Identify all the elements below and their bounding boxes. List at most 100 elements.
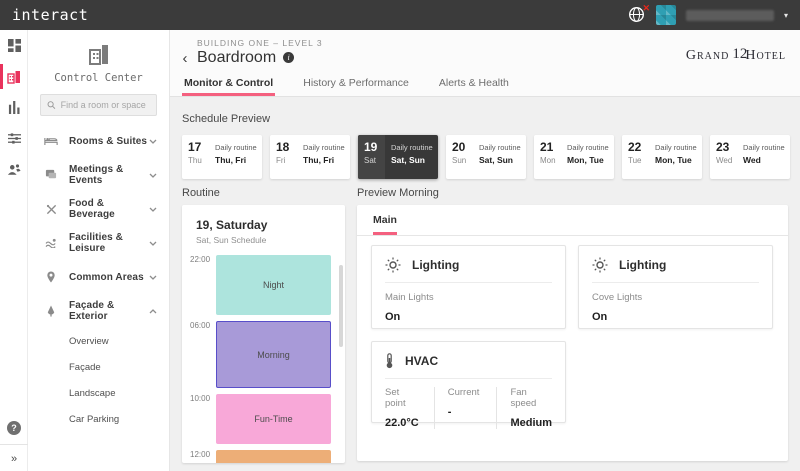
day-card-18[interactable]: 18 Fri Daily routine Thu, Fri bbox=[270, 135, 350, 179]
tree-icon bbox=[42, 305, 60, 317]
day-date: 18 bbox=[276, 141, 297, 154]
sidebar-item-label: Rooms & Suites bbox=[69, 136, 149, 147]
chevron-down-icon bbox=[149, 139, 157, 144]
sidebar-subitem-facade[interactable]: Façade bbox=[28, 354, 169, 380]
day-routine-label: Daily routine bbox=[743, 143, 788, 152]
language-globe-button[interactable]: ✕ bbox=[628, 6, 646, 24]
user-menu-caret[interactable]: ▾ bbox=[784, 11, 788, 20]
sidebar-item-label: Meetings & Events bbox=[69, 164, 149, 186]
expand-sidebar-button[interactable]: » bbox=[0, 447, 28, 471]
chevron-down-icon bbox=[149, 173, 157, 178]
preview-tab-row: Main bbox=[357, 205, 788, 236]
avatar[interactable] bbox=[656, 5, 676, 25]
tab-main[interactable]: Main bbox=[373, 205, 397, 235]
day-card-22[interactable]: 22Tue Daily routineMon, Tue bbox=[622, 135, 702, 179]
routine-block-label: Morning bbox=[257, 350, 290, 360]
routine-date: 19, Saturday bbox=[196, 218, 345, 232]
top-bar: interact ✕ ▾ bbox=[0, 0, 800, 30]
sliders-icon bbox=[8, 132, 21, 145]
users-icon bbox=[7, 163, 21, 176]
leisure-icon bbox=[42, 238, 60, 248]
sidebar-subitem-landscape[interactable]: Landscape bbox=[28, 380, 169, 406]
day-abbr: Sun bbox=[452, 156, 473, 165]
day-card-19-selected[interactable]: 19Sat Daily routineSat, Sun bbox=[358, 135, 438, 179]
rail-settings-button[interactable] bbox=[0, 123, 28, 154]
breadcrumb: BUILDING ONE – LEVEL 3 bbox=[197, 38, 323, 48]
search-icon bbox=[47, 100, 56, 110]
hvac-col-label: Current bbox=[448, 387, 484, 398]
interact-logo: interact bbox=[12, 6, 88, 24]
timeline-time: 12:00 bbox=[190, 450, 216, 459]
sidebar-item-rooms-suites[interactable]: Rooms & Suites bbox=[28, 124, 169, 158]
sidebar-item-label: Façade & Exterior bbox=[69, 300, 149, 322]
rail-dashboard-button[interactable] bbox=[0, 30, 28, 61]
light-name: Main Lights bbox=[385, 292, 552, 303]
day-pattern: Sat, Sun bbox=[479, 155, 524, 165]
routine-block-morning[interactable]: Morning bbox=[216, 321, 331, 388]
sidebar-item-meetings-events[interactable]: Meetings & Events bbox=[28, 158, 169, 192]
routine-block-night[interactable]: Night bbox=[216, 255, 331, 315]
icon-rail: ? » bbox=[0, 30, 28, 471]
control-center-icon bbox=[87, 42, 111, 66]
help-button[interactable]: ? bbox=[0, 414, 28, 442]
sidebar-subitem-car-parking[interactable]: Car Parking bbox=[28, 406, 169, 432]
day-card-17[interactable]: 17Thu Daily routineThu, Fri bbox=[182, 135, 262, 179]
routine-block-label: Fun-Time bbox=[254, 414, 292, 424]
back-button[interactable]: ‹ bbox=[178, 50, 192, 67]
chevron-down-icon bbox=[149, 275, 157, 280]
rail-users-button[interactable] bbox=[0, 154, 28, 185]
routine-block-afternoon[interactable] bbox=[216, 450, 331, 463]
hvac-col-label: Fan speed bbox=[510, 387, 552, 409]
tab-monitor-control[interactable]: Monitor & Control bbox=[182, 71, 275, 96]
routine-block-label: Night bbox=[263, 280, 284, 290]
routine-block-fun-time[interactable]: Fun-Time bbox=[216, 394, 331, 444]
rail-spaces-button[interactable] bbox=[0, 61, 28, 92]
chevron-down-icon bbox=[149, 241, 157, 246]
hvac-col-value: 22.0°C bbox=[385, 417, 421, 429]
content-area: Schedule Preview 17Thu Daily routineThu,… bbox=[170, 97, 800, 471]
day-pattern: Mon, Tue bbox=[655, 155, 700, 165]
tab-history-performance[interactable]: History & Performance bbox=[301, 71, 411, 96]
sidebar-item-common-areas[interactable]: Common Areas bbox=[28, 260, 169, 294]
info-icon[interactable]: i bbox=[283, 52, 294, 63]
day-abbr: Fri bbox=[276, 156, 297, 165]
preview-panel: Main Lighting bbox=[357, 205, 788, 461]
sun-icon bbox=[592, 257, 608, 273]
tab-alerts-health[interactable]: Alerts & Health bbox=[437, 71, 511, 96]
hvac-card[interactable]: HVAC Set point 22.0°C Current - bbox=[371, 341, 566, 423]
hvac-col-value: - bbox=[448, 406, 484, 418]
sidebar-subitem-overview[interactable]: Overview bbox=[28, 328, 169, 354]
bar-chart-icon bbox=[8, 101, 21, 114]
routine-timeline: 22:00 Night 06:00 Morning 10:00 Fun-Time… bbox=[182, 251, 345, 463]
card-title: Lighting bbox=[619, 258, 666, 272]
room-search[interactable] bbox=[40, 94, 157, 116]
day-pattern: Wed bbox=[743, 155, 788, 165]
thermometer-icon bbox=[385, 353, 394, 369]
page-title: Boardroomi bbox=[197, 49, 294, 67]
sidebar-item-food-beverage[interactable]: Food & Beverage bbox=[28, 192, 169, 226]
search-input[interactable] bbox=[61, 100, 150, 110]
day-routine-label: Daily routine bbox=[303, 143, 348, 152]
control-center-app: interact ✕ ▾ bbox=[0, 0, 800, 471]
lighting-card-main[interactable]: Lighting Main Lights On bbox=[371, 245, 566, 329]
day-card-23[interactable]: 23 Wed Daily routine Wed bbox=[710, 135, 790, 179]
card-title: HVAC bbox=[405, 354, 438, 368]
sidebar-item-facade-exterior[interactable]: Façade & Exterior bbox=[28, 294, 169, 328]
day-date: 23 bbox=[716, 141, 737, 154]
timeline-time: 10:00 bbox=[190, 394, 216, 403]
day-date: 20 bbox=[452, 141, 473, 154]
rail-analytics-button[interactable] bbox=[0, 92, 28, 123]
day-date: 17 bbox=[188, 141, 209, 154]
sidebar-item-facilities-leisure[interactable]: Facilities & Leisure bbox=[28, 226, 169, 260]
day-abbr: Wed bbox=[716, 156, 737, 165]
dashboard-icon bbox=[8, 39, 21, 52]
sidebar-title: Control Center bbox=[28, 72, 169, 84]
day-pattern: Thu, Fri bbox=[303, 155, 348, 165]
timeline-scrollbar[interactable] bbox=[339, 265, 343, 347]
page-header: BUILDING ONE – LEVEL 3 ‹ Boardroomi Gran… bbox=[170, 30, 800, 97]
rail-divider bbox=[0, 444, 28, 445]
day-card-21[interactable]: 21Mon Daily routineMon, Tue bbox=[534, 135, 614, 179]
day-card-20[interactable]: 20Sun Daily routineSat, Sun bbox=[446, 135, 526, 179]
sun-icon bbox=[385, 257, 401, 273]
lighting-card-cove[interactable]: Lighting Cove Lights On bbox=[578, 245, 773, 329]
